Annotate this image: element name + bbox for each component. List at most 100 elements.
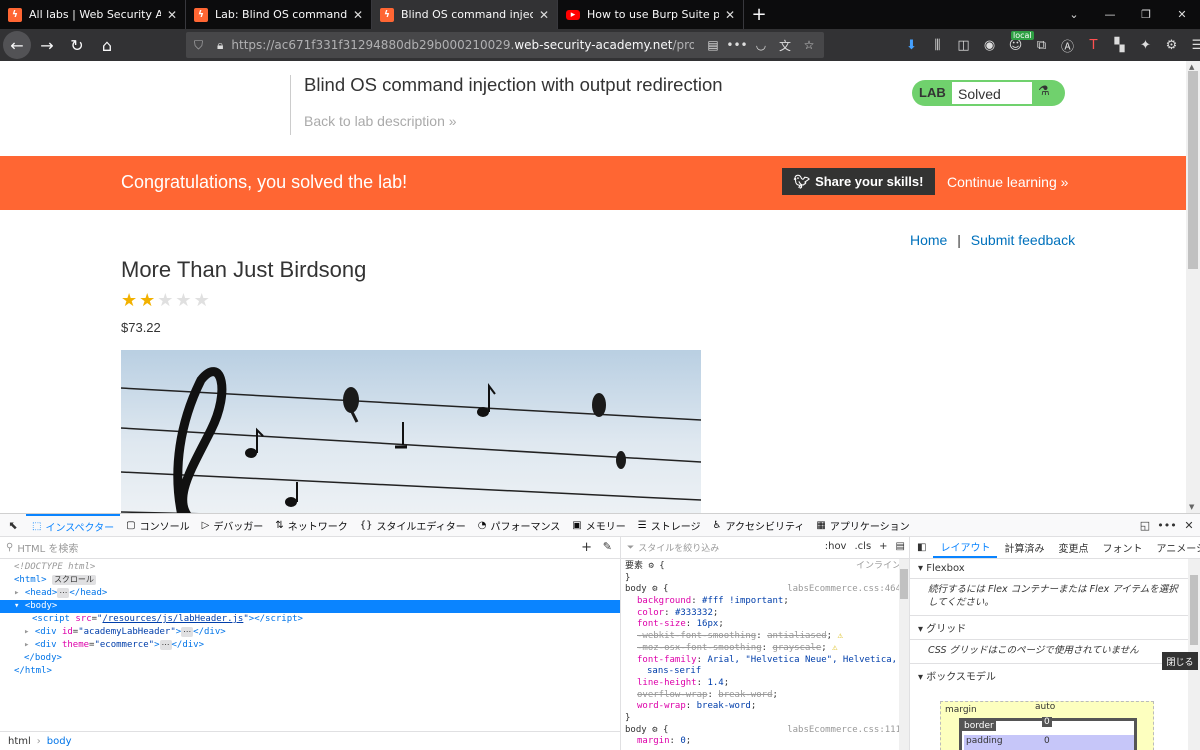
tab-style-editor[interactable]: {} スタイルエディター — [354, 514, 472, 536]
more-options-icon[interactable]: ••• — [1156, 514, 1178, 536]
extension-puzzle-icon[interactable]: ✦ — [1134, 32, 1157, 58]
bookmark-star-icon[interactable]: ☆ — [798, 32, 820, 58]
close-tab-icon[interactable]: ✕ — [725, 8, 735, 22]
property-name[interactable]: -webkit-font-smoothing — [637, 631, 756, 641]
property-value[interactable]: break-word — [718, 690, 772, 700]
tab-performance[interactable]: ◔ パフォーマンス — [472, 514, 567, 536]
tab-fonts[interactable]: フォント — [1095, 537, 1149, 558]
chevron-down-icon[interactable]: ⌄ — [1056, 0, 1092, 29]
gear-icon[interactable]: ⚙ — [648, 561, 653, 571]
rule-source-link[interactable]: labsEcommerce.css:111 — [787, 725, 901, 737]
tree-line-selected[interactable]: ▾ <body> — [0, 600, 620, 613]
property-name[interactable]: -moz-osx-font-smoothing — [637, 643, 762, 653]
tab-application[interactable]: ▦ アプリケーション — [810, 514, 915, 536]
eyedropper-icon[interactable]: ✎ — [603, 540, 612, 553]
back-arrow-icon[interactable]: ← — [3, 31, 31, 59]
home-link[interactable]: Home — [910, 232, 947, 248]
property-name[interactable]: overflow-wrap — [637, 690, 707, 700]
back-to-description-link[interactable]: Back to lab description » — [304, 113, 457, 129]
css-property-line[interactable]: background: #fff !important; — [625, 596, 905, 608]
breadcrumb-body[interactable]: body — [47, 736, 72, 747]
tab-animations[interactable]: アニメーション — [1149, 537, 1200, 558]
browser-tab[interactable]: ϟ Lab: Blind OS command injection ✕ — [186, 0, 372, 29]
browser-tab[interactable]: ϟ All labs | Web Security Academy ✕ — [0, 0, 186, 29]
gear-icon[interactable]: ⚙ — [652, 725, 657, 735]
css-property-line[interactable]: -moz-osx-font-smoothing: grayscale; ⚠ — [625, 643, 905, 655]
close-tab-icon[interactable]: ✕ — [353, 8, 363, 22]
restore-icon[interactable]: ❐ — [1128, 0, 1164, 29]
scroll-badge[interactable]: スクロール — [51, 575, 96, 585]
margin-value[interactable]: auto — [1035, 702, 1055, 712]
tree-line[interactable]: ▸ <div theme="ecommerce"> ⋯ </div> — [0, 639, 620, 652]
tab-accessibility[interactable]: ♿ アクセシビリティ — [707, 514, 811, 536]
rules-scrollbar[interactable] — [899, 559, 909, 750]
tab-memory[interactable]: ▣ メモリー — [566, 514, 631, 536]
property-value[interactable]: 0 — [680, 736, 685, 746]
border-value[interactable]: 0 — [1042, 717, 1052, 727]
close-tooltip-button[interactable]: 閉じる — [1162, 652, 1198, 670]
property-value[interactable]: grayscale — [772, 643, 821, 653]
property-value[interactable]: 16px — [697, 619, 719, 629]
grid-section-header[interactable]: ▾ グリッド — [910, 616, 1200, 640]
tree-line[interactable]: <html> スクロール — [0, 574, 620, 587]
css-property-line[interactable]: overflow-wrap: break-word; — [625, 690, 905, 702]
reload-icon[interactable]: ↻ — [63, 31, 91, 59]
property-value[interactable]: sans-serif — [647, 666, 701, 676]
css-property-line[interactable]: font-family: Arial, "Helvetica Neue", He… — [625, 655, 905, 667]
library-icon[interactable]: ⫼ — [926, 32, 949, 58]
tab-layout[interactable]: レイアウト — [933, 537, 998, 558]
hamburger-menu-icon[interactable]: ☰ — [1186, 32, 1200, 58]
continue-learning-link[interactable]: Continue learning » — [947, 174, 1068, 190]
boxmodel-section-header[interactable]: ▾ ボックスモデル — [910, 664, 1200, 687]
close-window-icon[interactable]: ✕ — [1164, 0, 1200, 29]
new-tab-button[interactable]: + — [744, 0, 774, 29]
warning-icon[interactable]: ⚠ — [832, 643, 837, 653]
close-devtools-icon[interactable]: ✕ — [1178, 514, 1200, 536]
property-value[interactable]: #333332 — [675, 608, 713, 618]
css-property-line[interactable]: color: #333332; — [625, 608, 905, 620]
tree-line[interactable]: ▸ <div id="academyLabHeader"> ⋯ </div> — [0, 626, 620, 639]
styles-filter-input[interactable]: スタイルを絞り込み — [638, 541, 719, 554]
expand-icon[interactable]: ▸ — [24, 627, 29, 637]
tab-debugger[interactable]: ▷ デバッガー — [196, 514, 270, 536]
property-value[interactable]: Arial, "Helvetica Neue", Helvetica, — [707, 655, 897, 665]
home-icon[interactable]: ⌂ — [93, 31, 121, 59]
property-value[interactable]: break-word — [697, 701, 751, 711]
extensions-grid-icon[interactable]: ▚ — [1108, 32, 1131, 58]
share-skills-button[interactable]: 🐦︎ Share your skills! — [782, 168, 935, 195]
ellipsis-badge[interactable]: ⋯ — [57, 588, 70, 598]
pocket-icon[interactable]: ◡ — [750, 32, 772, 58]
tree-line[interactable]: <script src="/resources/js/labHeader.js"… — [0, 613, 620, 626]
print-media-icon[interactable]: ▤ — [896, 541, 905, 552]
tab-inspector[interactable]: ⬚ インスペクター — [26, 514, 121, 536]
property-value[interactable]: #fff !important — [702, 596, 783, 606]
tab-storage[interactable]: ☰ ストレージ — [632, 514, 707, 536]
property-value[interactable]: 1.4 — [707, 678, 723, 688]
css-property-line[interactable]: font-size: 16px; — [625, 619, 905, 631]
scroll-thumb[interactable] — [1188, 71, 1198, 269]
tree-line[interactable]: </body> — [0, 652, 620, 665]
property-name[interactable]: word-wrap — [637, 701, 686, 711]
translate-icon[interactable]: 文 — [774, 32, 796, 58]
breadcrumb-html[interactable]: html — [8, 736, 31, 747]
add-rule-icon[interactable]: + — [879, 541, 887, 552]
tab-computed[interactable]: 計算済み — [997, 537, 1051, 558]
browser-tab-active[interactable]: ϟ Blind OS command injection w ✕ — [372, 0, 558, 29]
property-value[interactable]: antialiased — [767, 631, 827, 641]
property-name[interactable]: color — [637, 608, 664, 618]
extension-t-icon[interactable]: T — [1082, 32, 1105, 58]
collapse-icon[interactable]: ▾ — [14, 601, 19, 611]
browser-tab[interactable]: ▸ How to use Burp Suite projects ✕ — [558, 0, 744, 29]
download-icon[interactable]: ⬇ — [900, 32, 923, 58]
html-search-input[interactable]: HTML を検索 — [17, 540, 78, 555]
hov-toggle[interactable]: :hov — [825, 541, 847, 552]
css-property-line[interactable]: sans-serif — [625, 666, 905, 678]
expand-icon[interactable]: ▸ — [14, 588, 19, 598]
lock-icon[interactable]: 🔒︎ — [217, 38, 223, 53]
page-scrollbar[interactable]: ▲ ▼ — [1186, 61, 1200, 513]
forward-arrow-icon[interactable]: → — [33, 31, 61, 59]
sidebar-toggle-icon[interactable]: ◧ — [910, 537, 933, 558]
property-name[interactable]: font-size — [637, 619, 686, 629]
gear-icon[interactable]: ⚙ — [652, 584, 657, 594]
tab-network[interactable]: ⇅ ネットワーク — [269, 514, 353, 536]
